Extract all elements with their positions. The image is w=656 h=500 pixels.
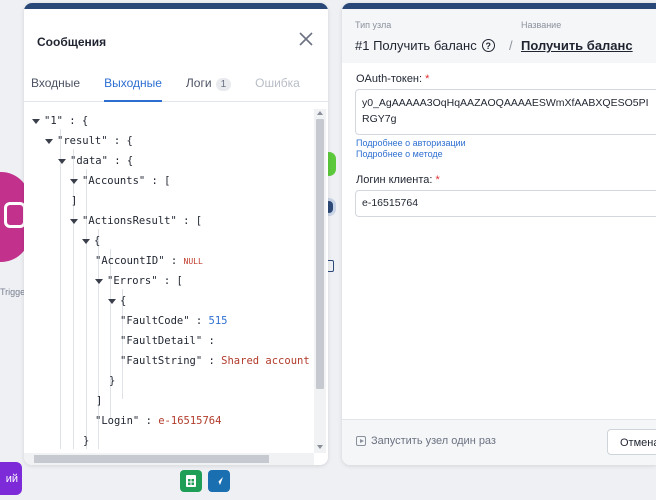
node-header: Тип узла Название #1 Получить баланс ? /… xyxy=(342,9,656,64)
collapse-caret-icon[interactable] xyxy=(32,118,40,124)
logs-count-badge: 1 xyxy=(215,78,232,91)
tab-output[interactable]: Выходные xyxy=(104,67,162,102)
node-type-caption: Тип узла xyxy=(355,20,392,30)
json-line: } xyxy=(83,435,90,447)
collapse-caret-icon[interactable] xyxy=(95,278,103,284)
horizontal-scroll-thumb[interactable] xyxy=(34,455,269,463)
json-line[interactable]: "Accounts" : [ xyxy=(70,171,171,191)
json-line: "Login" : e-16515764 xyxy=(95,415,222,427)
auth-docs-link[interactable]: Подробнее о авторизации xyxy=(356,138,466,148)
node-form: OAuth-токен: * y0_AgAAAAA3OqHqAAZAOQAAAA… xyxy=(342,63,656,419)
run-node-once-button[interactable]: Запустить узел один раз xyxy=(356,435,496,447)
json-key: "1" xyxy=(44,115,63,127)
messages-panel: Сообщения Входные Выходные Логи 1 Ошибка … xyxy=(24,3,328,465)
json-key: "result" xyxy=(57,135,108,147)
json-key: "Errors" xyxy=(107,275,158,287)
play-icon xyxy=(356,436,366,446)
collapse-caret-icon[interactable] xyxy=(58,158,66,164)
json-key: "FaultString" xyxy=(120,355,203,367)
messages-title: Сообщения xyxy=(37,35,107,49)
json-key: "ActionsResult" xyxy=(82,215,177,227)
vertical-scroll-thumb[interactable] xyxy=(316,119,324,389)
json-line[interactable]: "result" : { xyxy=(45,131,133,151)
json-line: "FaultString" : Shared account mus xyxy=(120,351,314,371)
json-line[interactable]: { xyxy=(108,291,126,311)
json-key: "FaultDetail" xyxy=(120,335,203,347)
tree-guide xyxy=(60,129,61,449)
oauth-token-input[interactable]: y0_AgAAAAA3OqHqAAZAOQAAAAESWmXfAABXQESO5… xyxy=(355,89,656,135)
json-line[interactable]: { xyxy=(82,231,100,251)
json-number-value: 515 xyxy=(208,315,228,327)
client-login-label: Логин клиента: * xyxy=(356,174,440,186)
json-line[interactable]: "Errors" : [ xyxy=(95,271,183,291)
node-type-value: #1 Получить баланс xyxy=(355,38,477,53)
json-string-value: e-16515764 xyxy=(158,415,222,427)
json-line: ] xyxy=(71,195,78,207)
tab-logs-label: Логи xyxy=(185,76,212,90)
client-login-input[interactable]: e-16515764 xyxy=(355,190,656,217)
send-icon[interactable] xyxy=(208,470,230,492)
json-key: "Login" xyxy=(95,415,140,427)
json-line: } xyxy=(109,375,116,387)
messages-tabs: Входные Выходные Логи 1 Ошибка xyxy=(24,67,328,102)
method-docs-link[interactable]: Подробнее о методе xyxy=(356,149,443,159)
json-tree: "1" : { "result" : { "data" : { "Account… xyxy=(24,109,314,453)
json-key: "AccountID" xyxy=(95,255,165,267)
json-line[interactable]: "data" : { xyxy=(58,151,133,171)
node-footer: Запустить узел один раз Отмена xyxy=(342,419,656,465)
json-string-value: Shared account mus xyxy=(221,355,314,367)
json-line: ] xyxy=(96,395,103,407)
node-name-caption: Название xyxy=(521,20,562,30)
json-line: "AccountID" : NULL xyxy=(95,255,203,267)
collapse-caret-icon[interactable] xyxy=(70,218,78,224)
json-key: "FaultCode" xyxy=(120,315,190,327)
trigger-icon xyxy=(4,202,26,228)
tab-error: Ошибка xyxy=(255,76,300,90)
collapse-caret-icon[interactable] xyxy=(70,178,78,184)
json-line: "FaultCode" : 515 xyxy=(120,315,228,327)
help-icon[interactable]: ? xyxy=(481,39,495,52)
scroll-up-icon[interactable] xyxy=(317,111,323,115)
collapse-caret-icon[interactable] xyxy=(45,138,53,144)
oauth-token-label-text: OAuth-токен: xyxy=(356,73,423,85)
json-null-value: NULL xyxy=(183,257,203,266)
add-node-button[interactable]: ий xyxy=(0,462,22,495)
json-line: "FaultDetail" : xyxy=(120,335,215,347)
oauth-token-value-line2: RGY7g xyxy=(362,113,397,125)
tab-input[interactable]: Входные xyxy=(31,67,80,101)
messages-header: Сообщения xyxy=(24,9,328,67)
node-type: #1 Получить баланс ? xyxy=(355,38,495,53)
json-line[interactable]: "ActionsResult" : [ xyxy=(70,211,202,231)
oauth-token-label: OAuth-токен: * xyxy=(356,73,430,85)
close-icon[interactable] xyxy=(298,31,314,47)
cancel-button[interactable]: Отмена xyxy=(607,429,656,455)
node-settings-panel: Тип узла Название #1 Получить баланс ? /… xyxy=(342,3,656,465)
json-key: "data" xyxy=(70,155,108,167)
json-line[interactable]: "1" : { xyxy=(32,111,88,131)
json-key: "Accounts" xyxy=(82,175,146,187)
scroll-down-icon[interactable] xyxy=(317,445,323,449)
oauth-token-value-line1: y0_AgAAAAA3OqHqAAZAOQAAAAESWmXfAABXQESO5… xyxy=(362,97,649,109)
horizontal-scrollbar[interactable] xyxy=(24,453,314,465)
header-divider: / xyxy=(509,38,513,53)
sheets-icon[interactable] xyxy=(180,470,202,492)
node-name-value[interactable]: Получить баланс xyxy=(521,38,633,53)
canvas-toolbar xyxy=(180,470,230,492)
client-login-label-text: Логин клиента: xyxy=(356,174,433,186)
tab-logs[interactable]: Логи 1 xyxy=(185,67,232,101)
collapse-caret-icon[interactable] xyxy=(82,238,90,244)
run-node-once-label: Запустить узел один раз xyxy=(371,435,496,447)
collapse-caret-icon[interactable] xyxy=(108,298,116,304)
